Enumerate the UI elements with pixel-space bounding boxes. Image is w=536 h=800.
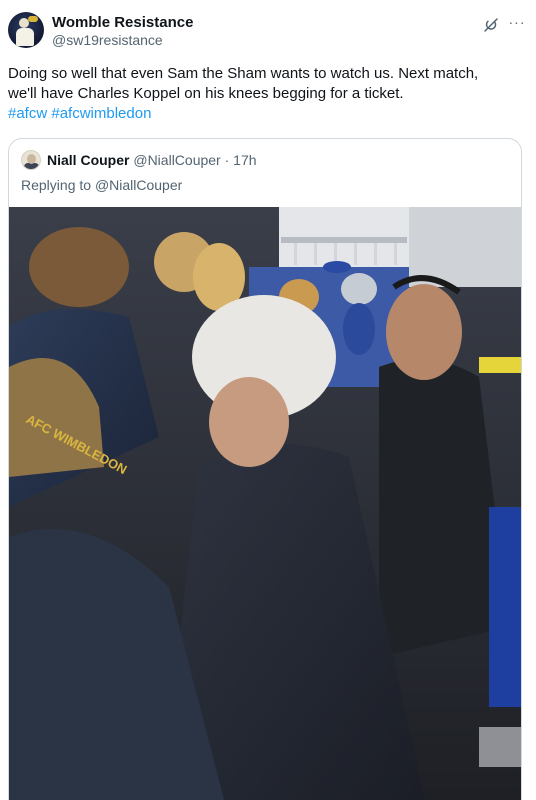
photo-scene: AFC WIMBLEDON — [9, 207, 521, 800]
quoted-author-name[interactable]: Niall Couper — [47, 152, 129, 168]
tweet-text-line-1: Doing so well that even Sam the Sham wan… — [8, 65, 479, 82]
grok-icon[interactable] — [482, 16, 500, 34]
man-face — [386, 284, 462, 380]
tweet-text-line-2: we'll have Charles Koppel on his knees b… — [8, 85, 404, 102]
quoted-photo[interactable]: AFC WIMBLEDON — [9, 207, 521, 800]
hashtag-row: #afcw #afcwimbledon — [8, 104, 520, 124]
tweet-text: Doing so well that even Sam the Sham wan… — [8, 64, 520, 124]
replying-to: Replying to @NiallCouper — [21, 177, 182, 193]
metal-rack — [479, 727, 521, 767]
tweet-header: Womble Resistance @sw19resistance ··· — [8, 10, 526, 54]
author-handle[interactable]: @sw19resistance — [52, 32, 163, 48]
avatar-figure-body — [16, 28, 34, 46]
hashtag-link[interactable]: #afcw — [8, 105, 47, 122]
author-avatar[interactable] — [8, 12, 44, 48]
quoted-author-avatar[interactable] — [21, 150, 41, 170]
more-icon[interactable]: ··· — [508, 15, 526, 34]
quoted-separator: · — [224, 152, 230, 168]
quoted-tweet[interactable]: Niall Couper @NiallCouper · 17h Replying… — [8, 138, 522, 800]
white-haired-man-face — [209, 377, 289, 467]
quoted-author-handle[interactable]: @NiallCouper — [133, 152, 220, 168]
person-brown-hair — [29, 227, 129, 307]
avatar-figure-hat — [28, 16, 38, 22]
quoted-avatar-body — [24, 163, 39, 169]
replying-to-prefix: Replying to — [21, 177, 95, 193]
blue-shirts — [489, 507, 521, 707]
replying-to-mention[interactable]: @NiallCouper — [95, 177, 182, 193]
store-back — [409, 207, 521, 287]
hanger-rail — [281, 237, 407, 243]
quoted-avatar-head — [27, 154, 36, 164]
quoted-meta: Niall Couper @NiallCouper · 17h — [47, 152, 257, 168]
hashtag-link[interactable]: #afcwimbledon — [51, 105, 151, 122]
quoted-timestamp[interactable]: 17h — [233, 152, 256, 168]
author-name[interactable]: Womble Resistance — [52, 14, 193, 31]
yellow-counter — [479, 357, 521, 373]
